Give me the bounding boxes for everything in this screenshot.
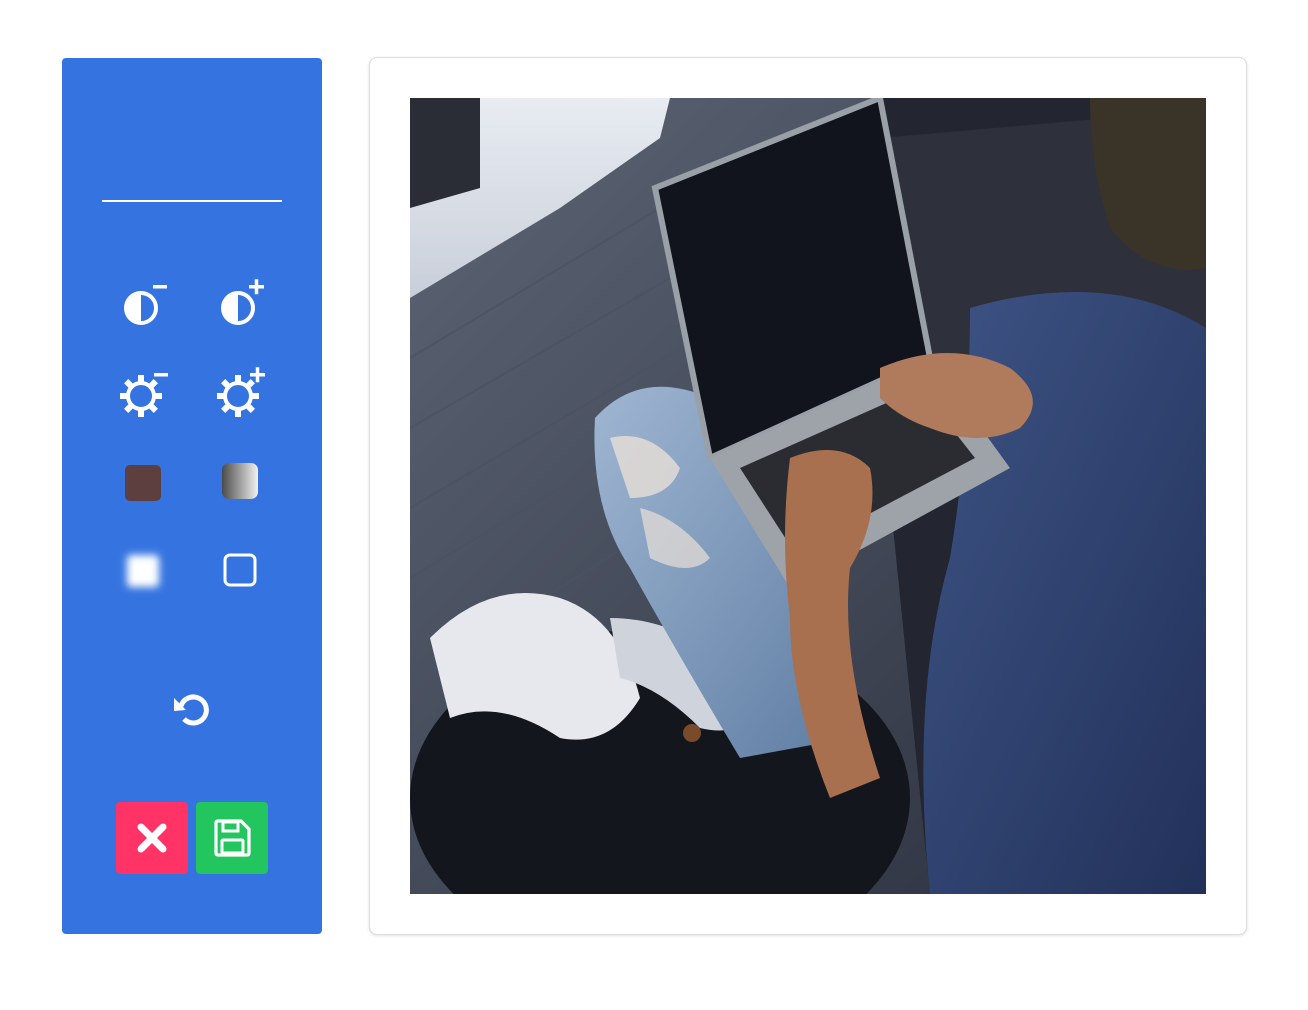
tools-title: Tools xyxy=(113,0,271,71)
empty-square-icon xyxy=(223,553,257,587)
title-divider xyxy=(102,200,282,202)
contrast-minus-icon xyxy=(124,285,167,325)
save-button[interactable] xyxy=(196,802,268,874)
no-filter-button[interactable] xyxy=(212,543,268,599)
photo-illustration xyxy=(410,98,1206,894)
contrast-increase-button[interactable] xyxy=(212,278,268,334)
grayscale-swatch-icon xyxy=(222,463,258,499)
brightness-decrease-button[interactable] xyxy=(115,366,171,422)
contrast-plus-icon xyxy=(221,279,264,325)
undo-icon xyxy=(174,694,209,726)
tools-panel: Tools xyxy=(62,4,322,934)
reset-button[interactable] xyxy=(164,682,220,738)
contrast-decrease-button[interactable] xyxy=(115,278,171,334)
floppy-disk-icon xyxy=(214,819,251,857)
cancel-button[interactable] xyxy=(116,802,188,874)
image-preview-card xyxy=(369,57,1247,935)
sepia-filter-button[interactable] xyxy=(115,455,171,511)
preview-image xyxy=(410,98,1206,894)
close-x-icon xyxy=(137,823,167,853)
brightness-increase-button[interactable] xyxy=(212,366,268,422)
blur-icon xyxy=(127,555,159,587)
brightness-plus-icon xyxy=(217,367,265,417)
brightness-minus-icon xyxy=(120,373,168,417)
sepia-swatch-icon xyxy=(125,465,161,501)
grayscale-filter-button[interactable] xyxy=(212,455,268,511)
blur-filter-button[interactable] xyxy=(115,543,171,599)
